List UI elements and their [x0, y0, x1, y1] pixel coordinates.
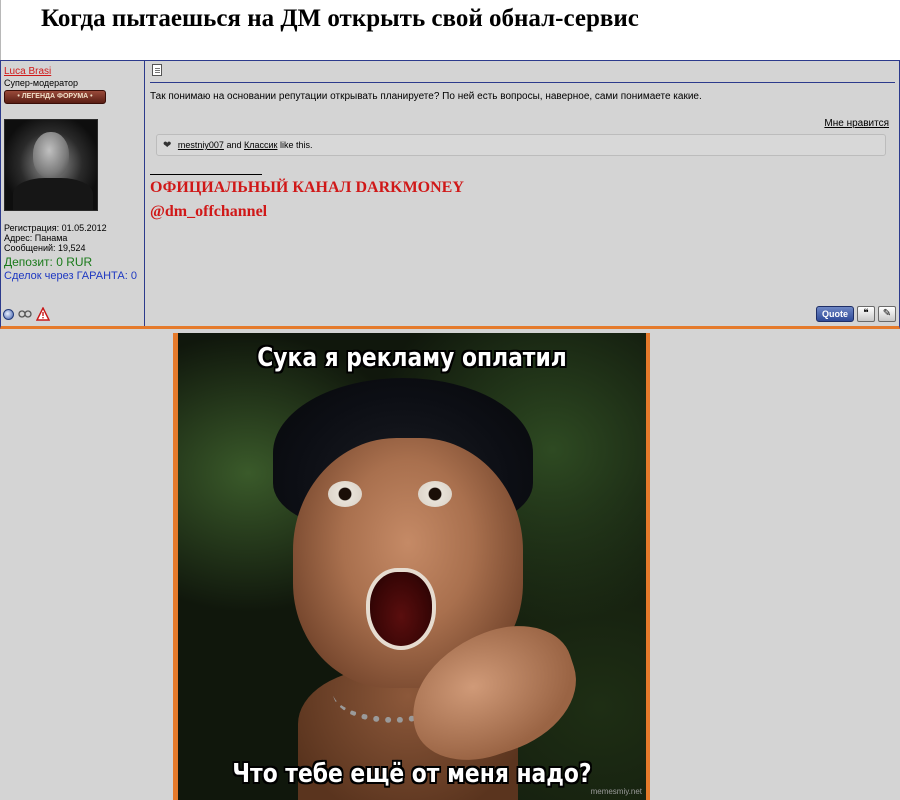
rank-badge: • ЛЕГЕНДА ФОРУМА • [4, 90, 106, 104]
heart-icon: ❤ [163, 140, 172, 151]
user-title: Супер-модератор [4, 78, 78, 88]
post-divider [150, 82, 895, 83]
user-address: Адрес: Панама [4, 233, 68, 243]
meme-mouth [366, 568, 436, 650]
likes-box: ❤ mestniy007 and Классик like this. [156, 134, 886, 156]
registration-date: Регистрация: 01.05.2012 [4, 223, 107, 233]
page-header: Когда пытаешься на ДМ открыть свой обнал… [0, 0, 900, 60]
signature-divider [150, 174, 262, 175]
signature-channel-handle[interactable]: @dm_offchannel [150, 203, 267, 221]
post-document-icon [152, 64, 162, 76]
post-count: Сообщений: 19,524 [4, 243, 86, 253]
signature-channel-title: ОФИЦИАЛЬНЫЙ КАНАЛ DARKMONEY [150, 179, 464, 196]
likes-and-text: and [226, 140, 242, 150]
avatar-body-shape [13, 178, 93, 210]
online-status-icon[interactable] [3, 308, 14, 320]
meme-eye-right [418, 481, 452, 507]
avatar[interactable] [4, 119, 98, 211]
likes-suffix-text: like this. [279, 140, 313, 150]
quote-button[interactable]: Quote [816, 306, 854, 322]
like-user-link-2[interactable]: Классик [244, 140, 277, 150]
guarantee-deals: Сделок через ГАРАНТА: 0 [4, 270, 137, 282]
page-title: Когда пытаешься на ДМ открыть свой обнал… [41, 5, 639, 32]
report-icon[interactable] [35, 306, 51, 321]
meme-bottom-caption: Что тебе ещё от меня надо? [232, 759, 592, 789]
user-info-panel: Luca Brasi Супер-модератор • ЛЕГЕНДА ФОР… [1, 61, 145, 326]
username-link[interactable]: Luca Brasi [4, 66, 51, 77]
reputation-icon[interactable] [18, 307, 32, 321]
multi-quote-icon[interactable]: ❝ [857, 306, 875, 322]
like-user-link-1[interactable]: mestniy007 [178, 140, 224, 150]
forum-post: Luca Brasi Супер-модератор • ЛЕГЕНДА ФОР… [0, 60, 900, 329]
deposit-amount: Депозит: 0 RUR [4, 255, 93, 269]
meme-watermark: memesmiy.net [590, 787, 642, 796]
post-text: Так понимаю на основании репутации откры… [150, 91, 702, 102]
user-icons [3, 306, 51, 321]
meme-eye-left [328, 481, 362, 507]
post-body: Так понимаю на основании репутации откры… [146, 61, 899, 326]
edit-post-icon[interactable]: ✎ [878, 306, 896, 322]
like-button[interactable]: Мне нравится [824, 118, 889, 129]
meme-top-caption: Сука я рекламу оплатил [257, 343, 567, 373]
post-actions: Quote ❝ ✎ [816, 306, 896, 322]
avatar-face-shape [33, 132, 69, 178]
meme-image: Сука я рекламу оплатил Что тебе ещё от м… [178, 333, 646, 800]
